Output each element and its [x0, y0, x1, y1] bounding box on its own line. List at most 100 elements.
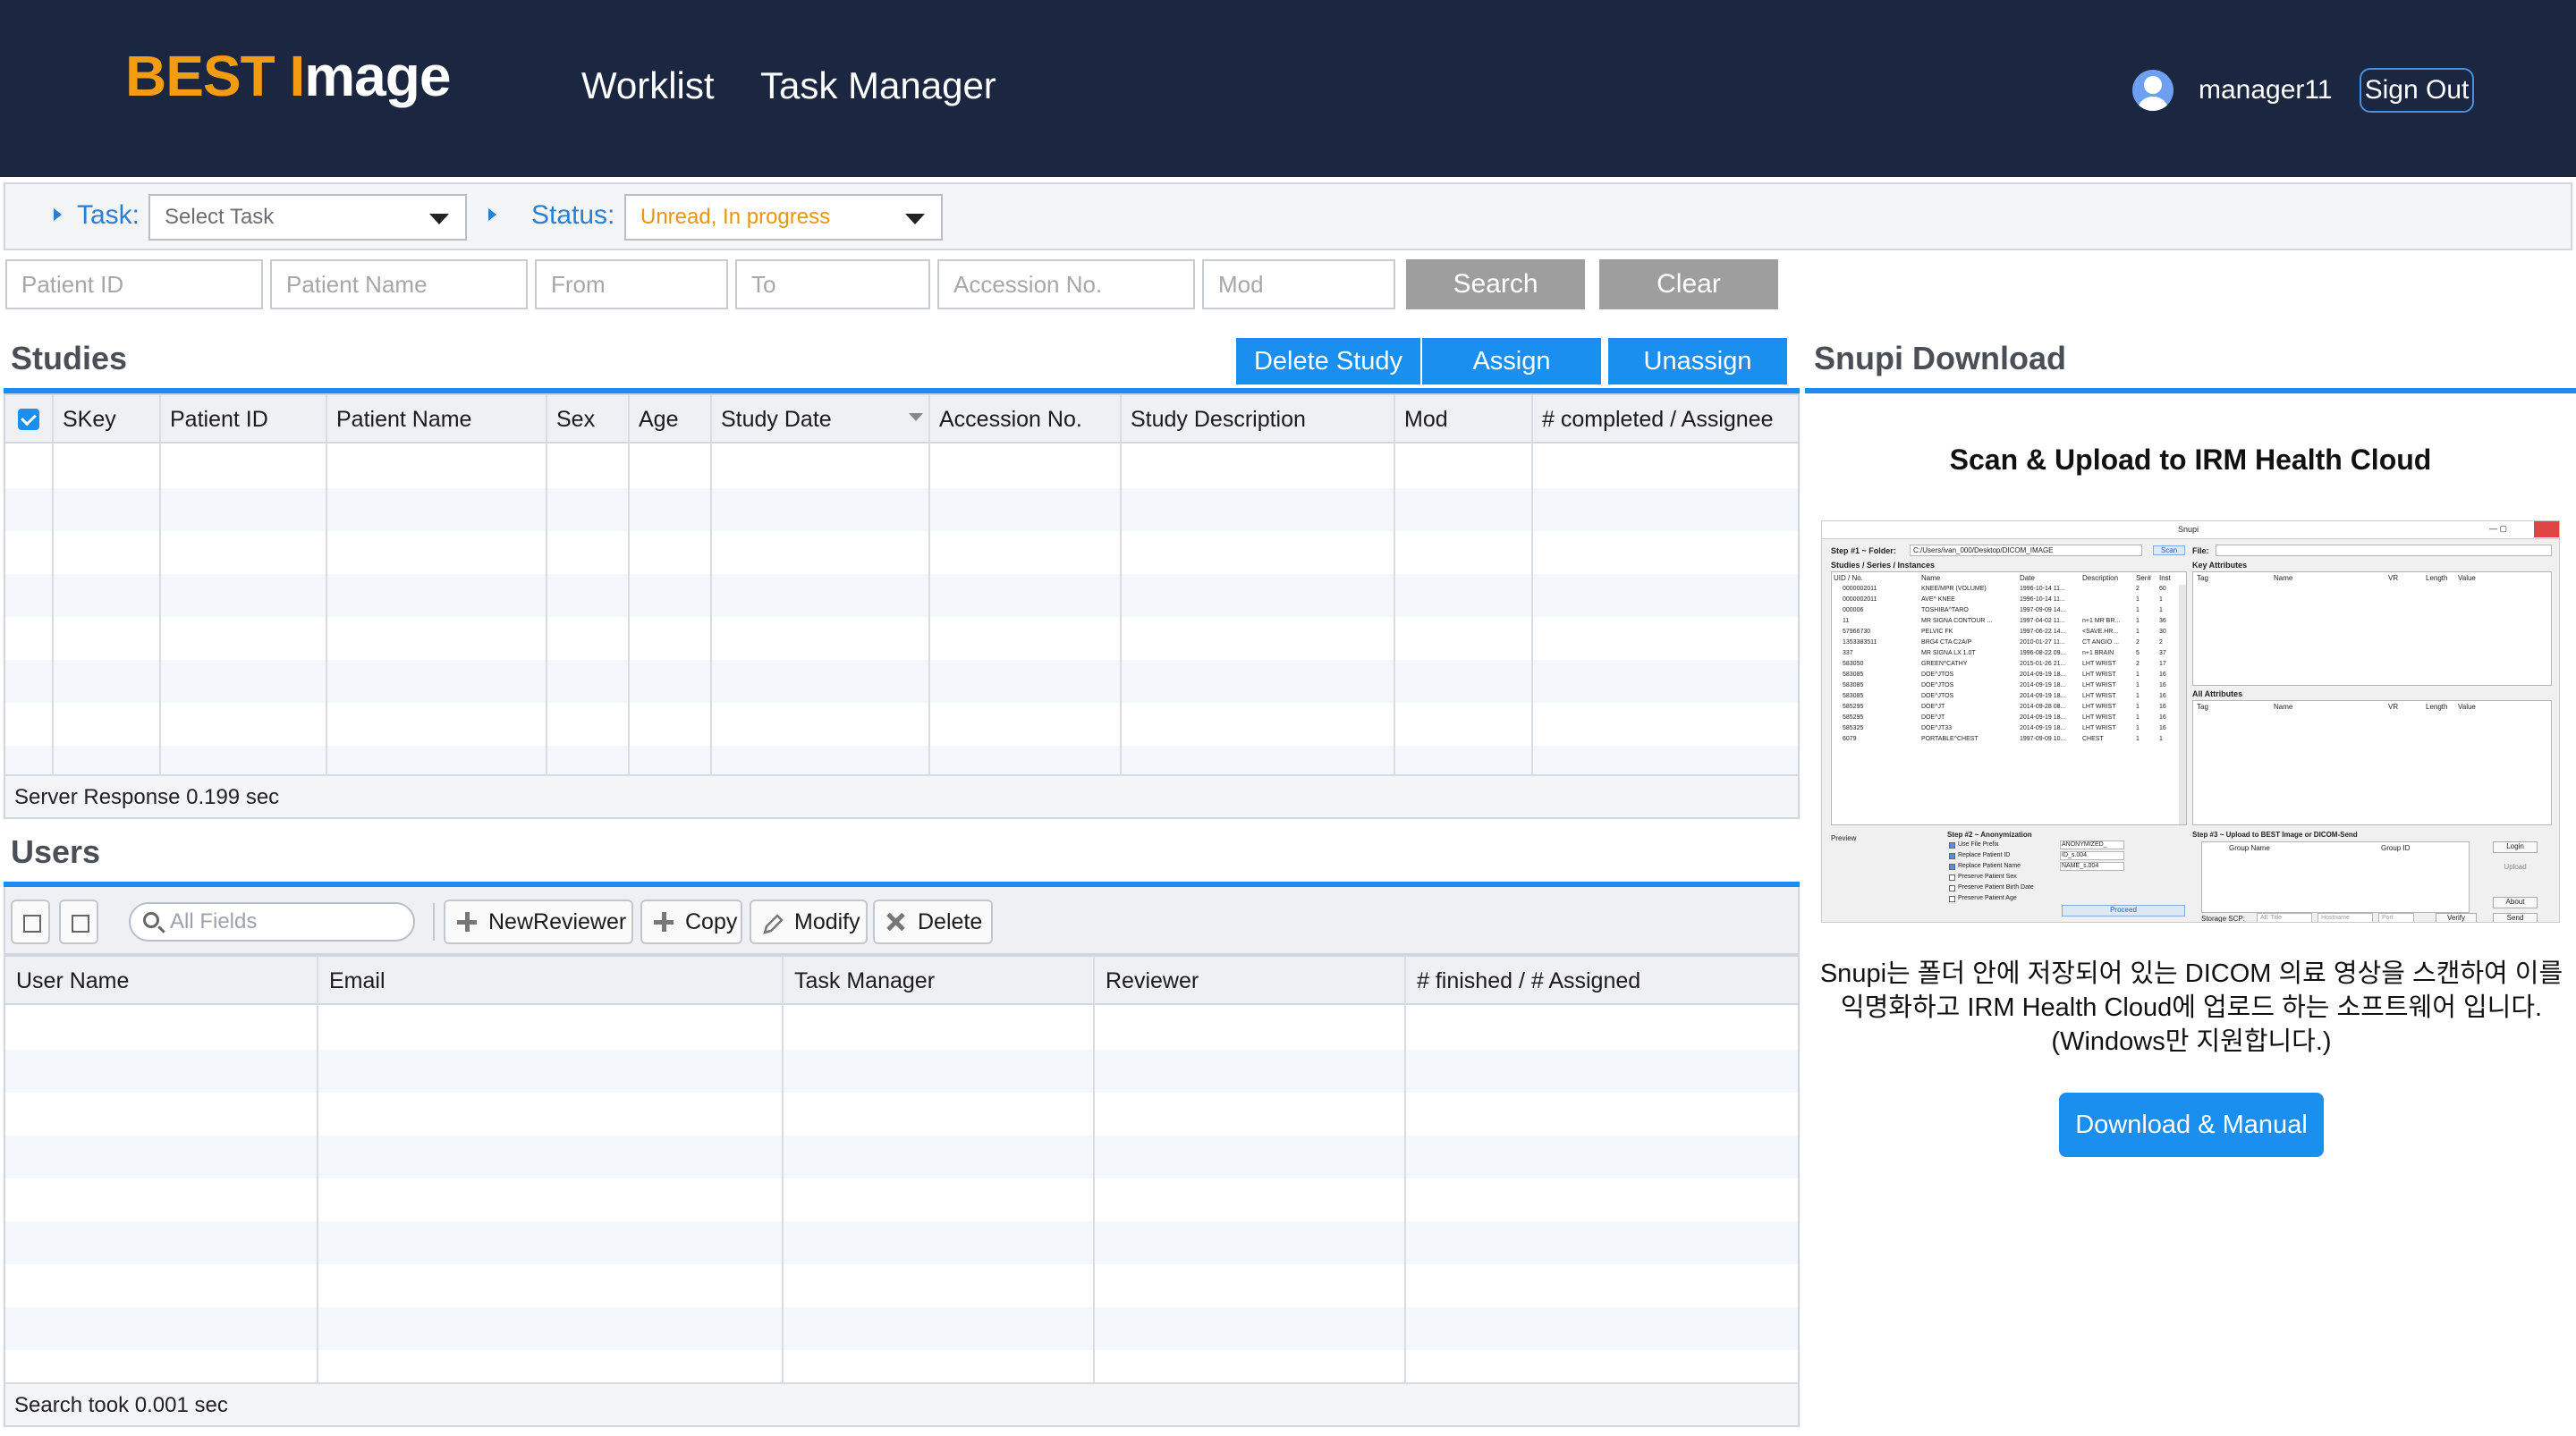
table-row[interactable] [5, 1350, 1798, 1382]
column-divider [1120, 395, 1122, 774]
table-row[interactable] [5, 488, 1798, 531]
mini-file-box [2216, 545, 2552, 556]
mini-tree-cell: 1997-09-09 10... [2020, 736, 2066, 742]
delete-study-button[interactable]: Delete Study [1236, 338, 1420, 384]
mini-tree-cell: 1 [2136, 629, 2140, 635]
select-all-checkbox[interactable] [18, 409, 39, 430]
table-row[interactable] [5, 445, 1798, 488]
table-row[interactable] [5, 1050, 1798, 1093]
patient-name-input[interactable] [270, 259, 528, 309]
mini-tree-cell: 1 [2136, 682, 2140, 688]
col-reviewer[interactable]: Reviewer [1100, 957, 1199, 1005]
status-select[interactable]: Unread, In progress [624, 194, 943, 241]
col-study-description[interactable]: Study Description [1125, 395, 1306, 443]
mini-tree-cell: 1 [2136, 672, 2140, 678]
date-to-input[interactable] [735, 259, 930, 309]
table-row[interactable] [5, 617, 1798, 660]
table-row[interactable] [5, 1093, 1798, 1136]
mini-file-label: File: [2192, 546, 2209, 555]
col-finished-assigned[interactable]: # finished / # Assigned [1411, 957, 1640, 1005]
sign-out-button[interactable]: Sign Out [2360, 68, 2474, 113]
deselect-square-button[interactable] [59, 900, 98, 944]
mini-tree-cell: 2014-09-19 18... [2020, 693, 2066, 699]
nav-task-manager[interactable]: Task Manager [760, 64, 996, 107]
col-task-manager[interactable]: Task Manager [789, 957, 935, 1005]
patient-id-input[interactable] [5, 259, 263, 309]
col-patient-name[interactable]: Patient Name [331, 395, 471, 443]
assign-button[interactable]: Assign [1422, 338, 1601, 384]
mini-tree-cell: LHT WRIST [2082, 682, 2116, 688]
mini-tree-cell: GREEN^CATHY [1921, 661, 1968, 667]
delete-user-button[interactable]: Delete [873, 900, 993, 944]
column-divider [159, 395, 161, 774]
col-age[interactable]: Age [633, 395, 678, 443]
col-sex[interactable]: Sex [551, 395, 595, 443]
modality-input[interactable] [1202, 259, 1395, 309]
task-select[interactable]: Select Task [148, 194, 467, 241]
task-status-bar: Task: Select Task Status: Unread, In pro… [4, 182, 2572, 250]
col-mod[interactable]: Mod [1399, 395, 1448, 443]
column-divider [1093, 957, 1095, 1384]
select-all-square-button[interactable] [11, 900, 50, 944]
mini-col: VR [2388, 574, 2399, 582]
mini-tree-cell: 583085 [1843, 672, 1864, 678]
mini-col: Name [2274, 703, 2293, 711]
col-skey[interactable]: SKey [57, 395, 116, 443]
col-accession-no[interactable]: Accession No. [934, 395, 1082, 443]
mini-tree-cell: 1 [2159, 596, 2163, 603]
users-grid-header: User Name Email Task Manager Reviewer # … [5, 957, 1798, 1005]
table-row[interactable] [5, 1221, 1798, 1264]
search-button[interactable]: Search [1406, 259, 1585, 309]
copy-button[interactable]: Copy [640, 900, 742, 944]
mini-tree-cell: DOE^JTOS [1921, 672, 1954, 678]
table-row[interactable] [5, 1264, 1798, 1307]
date-from-input[interactable] [535, 259, 728, 309]
task-expand-arrow-icon[interactable] [54, 208, 62, 221]
table-row[interactable] [5, 1136, 1798, 1178]
accession-no-input[interactable] [937, 259, 1195, 309]
mini-anon-option-label: Preserve Patient Sex [1958, 874, 2017, 880]
table-row[interactable] [5, 660, 1798, 703]
users-search-box[interactable] [129, 902, 415, 942]
column-divider [52, 395, 54, 774]
mini-tree-cell: DOE^JTOS [1921, 693, 1954, 699]
mini-tree-cell: 1997-06-22 14... [2020, 629, 2066, 635]
col-completed-assignee[interactable]: # completed / Assignee [1537, 395, 1774, 443]
clear-button[interactable]: Clear [1599, 259, 1778, 309]
table-row[interactable] [5, 531, 1798, 574]
new-reviewer-button[interactable]: NewReviewer [444, 900, 633, 944]
snupi-accent [1805, 388, 2576, 393]
mini-proceed-button: Proceed [2062, 905, 2185, 917]
table-row[interactable] [5, 1007, 1798, 1050]
sort-descending-icon[interactable] [909, 413, 923, 421]
brand-logo[interactable]: BEST Image [125, 43, 451, 109]
mini-tree-label: Studies / Series / Instances [1831, 561, 1936, 570]
table-row[interactable] [5, 703, 1798, 746]
mini-hostname: Hostname [2321, 915, 2350, 921]
col-email[interactable]: Email [324, 957, 386, 1005]
mini-tree-cell: LHT WRIST [2082, 714, 2116, 721]
col-patient-id[interactable]: Patient ID [165, 395, 268, 443]
search-icon [143, 912, 159, 928]
users-search-input[interactable] [170, 908, 402, 936]
mini-tree-cell: 16 [2159, 672, 2166, 678]
mini-tree-cell: MR SIGNA CONTOUR ... [1921, 618, 1993, 624]
col-user-name[interactable]: User Name [11, 957, 129, 1005]
snupi-app-screenshot: Snupi — ▢ Step #1 ~ Folder: C:/Users/iva… [1821, 520, 2560, 923]
mini-tree-cell: 337 [1843, 650, 1853, 656]
nav-worklist[interactable]: Worklist [581, 64, 715, 107]
download-manual-button[interactable]: Download & Manual [2059, 1093, 2324, 1157]
modify-button[interactable]: Modify [750, 900, 868, 944]
table-row[interactable] [5, 1178, 1798, 1221]
unassign-button[interactable]: Unassign [1608, 338, 1787, 384]
mini-anon-option-label: Preserve Patient Birth Date [1958, 884, 2034, 891]
mini-tree-cell: 11 [1843, 618, 1850, 624]
status-expand-arrow-icon[interactable] [488, 208, 496, 221]
pencil-icon [760, 909, 785, 934]
mini-group-id: Group ID [2381, 844, 2411, 852]
col-study-date[interactable]: Study Date [716, 395, 832, 443]
table-row[interactable] [5, 1307, 1798, 1350]
mini-tree-cell: 2 [2136, 661, 2140, 667]
table-row[interactable] [5, 574, 1798, 617]
mini-col: Value [2458, 703, 2476, 711]
